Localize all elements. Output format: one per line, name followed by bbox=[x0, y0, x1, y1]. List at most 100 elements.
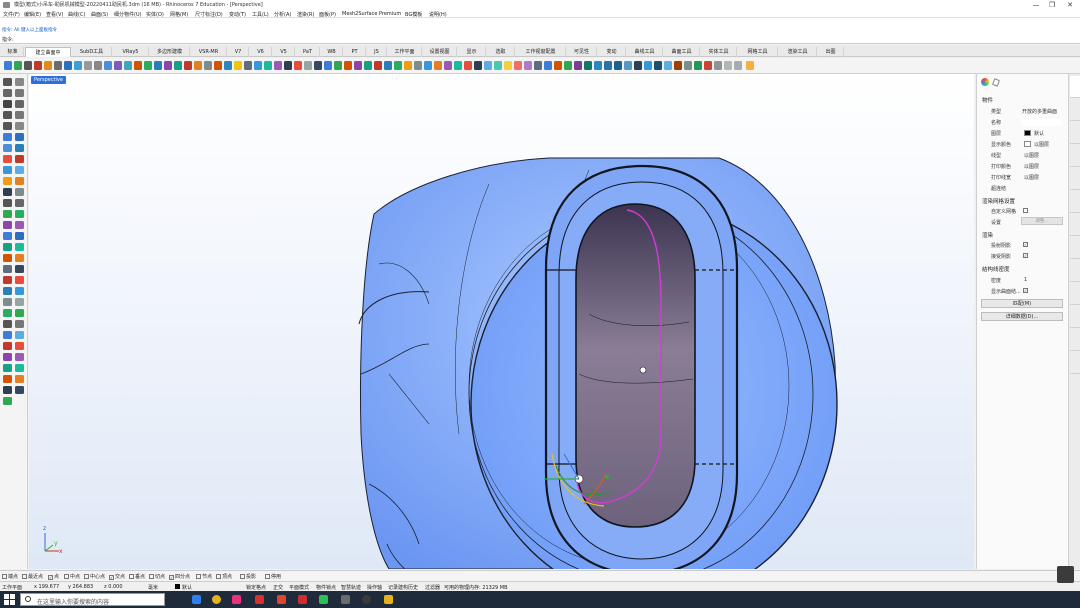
snapshots-tab[interactable] bbox=[1070, 306, 1080, 328]
distance-icon[interactable] bbox=[15, 298, 24, 306]
copy-icon[interactable] bbox=[64, 61, 72, 70]
zoom-extents-icon[interactable] bbox=[144, 61, 152, 70]
sweep-icon[interactable] bbox=[15, 144, 24, 152]
analyze-icon[interactable] bbox=[374, 61, 382, 70]
mirror-icon[interactable] bbox=[494, 61, 502, 70]
orient-icon[interactable] bbox=[554, 61, 562, 70]
filter-icon[interactable] bbox=[364, 61, 372, 70]
menu-panels[interactable]: 面板(P) bbox=[319, 11, 336, 18]
viewport-title-tab[interactable]: Perspective bbox=[31, 76, 66, 84]
untrim-icon[interactable] bbox=[15, 386, 24, 394]
boolean-union-icon[interactable] bbox=[3, 276, 12, 284]
tab-cplanes[interactable]: 工作平面 bbox=[388, 47, 422, 57]
prop-value-linetype[interactable]: 以图层 bbox=[1024, 152, 1039, 159]
prop-value-print-width[interactable]: 以图层 bbox=[1024, 174, 1039, 181]
rendering-tab[interactable] bbox=[1070, 283, 1080, 305]
textures-tab[interactable] bbox=[1070, 237, 1080, 259]
named-view-icon[interactable] bbox=[15, 331, 24, 339]
model-view[interactable] bbox=[29, 74, 974, 569]
status-grid-snap[interactable]: 锁定格点 bbox=[246, 584, 266, 591]
menu-edit[interactable]: 编辑(E) bbox=[24, 11, 41, 18]
osnap-end-checkbox[interactable] bbox=[2, 574, 7, 579]
surface-corner-icon[interactable] bbox=[3, 133, 12, 141]
osnap-mid[interactable]: 中点 bbox=[64, 573, 80, 580]
osnap-vertex[interactable]: 顶点 bbox=[216, 573, 232, 580]
app-dark-icon[interactable] bbox=[362, 595, 371, 604]
split-tool-icon[interactable] bbox=[15, 221, 24, 229]
menu-subd[interactable]: 细分物件(U) bbox=[114, 11, 142, 18]
sphere-tool-icon[interactable] bbox=[3, 397, 12, 405]
array-tool-icon[interactable] bbox=[15, 254, 24, 262]
tab-v7[interactable]: V7 bbox=[228, 47, 249, 57]
help-tab[interactable] bbox=[1070, 145, 1080, 167]
status-smarttrack[interactable]: 智慧轨迹 bbox=[341, 584, 361, 591]
analyze-tool-icon[interactable] bbox=[3, 298, 12, 306]
copy-object-icon[interactable] bbox=[534, 61, 542, 70]
menu-render[interactable]: 渲染(R) bbox=[297, 11, 314, 18]
paste-icon[interactable] bbox=[74, 61, 82, 70]
split-icon[interactable] bbox=[454, 61, 462, 70]
wechat-icon[interactable] bbox=[319, 595, 328, 604]
color-wheel-icon[interactable] bbox=[981, 78, 989, 86]
tab-pat[interactable]: PaT bbox=[296, 47, 320, 57]
offset-icon[interactable] bbox=[15, 199, 24, 207]
density-value[interactable]: 1 bbox=[1024, 277, 1027, 283]
points-off-icon[interactable] bbox=[15, 342, 24, 350]
cplane-icon[interactable] bbox=[174, 61, 182, 70]
osnap-intersection[interactable]: ✓ 交点 bbox=[109, 573, 125, 580]
twist-icon[interactable] bbox=[574, 61, 582, 70]
osnap-quad-checkbox[interactable]: ✓ bbox=[169, 575, 174, 580]
app-red-icon[interactable] bbox=[277, 595, 286, 604]
tab-layout[interactable]: 出图 bbox=[818, 47, 844, 57]
array-icon[interactable] bbox=[504, 61, 512, 70]
tab-js[interactable]: JS bbox=[367, 47, 387, 57]
environments-tab[interactable] bbox=[1070, 214, 1080, 236]
pen-icon[interactable] bbox=[324, 61, 332, 70]
menu-bg-template[interactable]: BG模板 bbox=[405, 11, 422, 18]
cylinder-icon[interactable] bbox=[604, 61, 612, 70]
wps-icon[interactable] bbox=[255, 595, 264, 604]
sphere-icon[interactable] bbox=[594, 61, 602, 70]
tab-visibility[interactable]: 可见性 bbox=[567, 47, 597, 57]
osnap-project-checkbox[interactable] bbox=[240, 574, 245, 579]
mesh-sphere-icon[interactable] bbox=[15, 166, 24, 174]
tab-vray5[interactable]: VRay5 bbox=[113, 47, 149, 57]
extend-icon[interactable] bbox=[3, 386, 12, 394]
osnap-tangent-checkbox[interactable] bbox=[149, 574, 154, 579]
custom-mesh-checkbox[interactable] bbox=[1023, 208, 1028, 213]
light-icon[interactable] bbox=[234, 61, 242, 70]
osnap-point[interactable]: ✓ 点 bbox=[48, 573, 59, 580]
osnap-vertex-checkbox[interactable] bbox=[216, 574, 221, 579]
prop-value-layer[interactable]: 默认 bbox=[1034, 130, 1044, 137]
mesh-adjust-button[interactable]: 调整... bbox=[1021, 217, 1063, 225]
tab-subd-tools[interactable]: SubD工具 bbox=[72, 47, 112, 57]
sun-tab[interactable] bbox=[1070, 329, 1080, 351]
mesh-box-icon[interactable] bbox=[3, 166, 12, 174]
polyline-icon[interactable] bbox=[3, 89, 12, 97]
control-points-icon[interactable] bbox=[3, 342, 12, 350]
rotate-tool-icon[interactable] bbox=[3, 243, 12, 251]
copy-tool-icon[interactable] bbox=[15, 232, 24, 240]
status-gumball[interactable]: 操作轴 bbox=[367, 584, 382, 591]
prop-value-print-color[interactable]: 以图层 bbox=[1024, 163, 1039, 170]
osnap-tangent[interactable]: 切点 bbox=[149, 573, 165, 580]
fillet-icon[interactable] bbox=[674, 61, 682, 70]
group-tool-icon[interactable] bbox=[3, 265, 12, 273]
render-tool-icon[interactable] bbox=[3, 309, 12, 317]
cut-icon[interactable] bbox=[54, 61, 62, 70]
osnap-intersection-checkbox[interactable]: ✓ bbox=[109, 575, 114, 580]
trim-tool-icon[interactable] bbox=[3, 221, 12, 229]
menu-curve[interactable]: 曲线(C) bbox=[68, 11, 85, 18]
floating-widget-icon[interactable] bbox=[1057, 566, 1074, 583]
flow-icon[interactable] bbox=[564, 61, 572, 70]
status-osnap[interactable]: 物件锁点 bbox=[316, 584, 336, 591]
torus-icon[interactable] bbox=[634, 61, 642, 70]
tab-surface-tools[interactable]: 曲面工具 bbox=[664, 47, 700, 57]
menu-transform[interactable]: 变动(T) bbox=[229, 11, 246, 18]
pan-icon[interactable] bbox=[104, 61, 112, 70]
named-views-tab[interactable] bbox=[1070, 260, 1080, 282]
maximize-button[interactable]: ❐ bbox=[1044, 0, 1060, 10]
tab-polygon-modeling[interactable]: 多边形建模 bbox=[150, 47, 190, 57]
new-file-icon[interactable] bbox=[4, 61, 12, 70]
osnap-disable-checkbox[interactable] bbox=[265, 574, 270, 579]
